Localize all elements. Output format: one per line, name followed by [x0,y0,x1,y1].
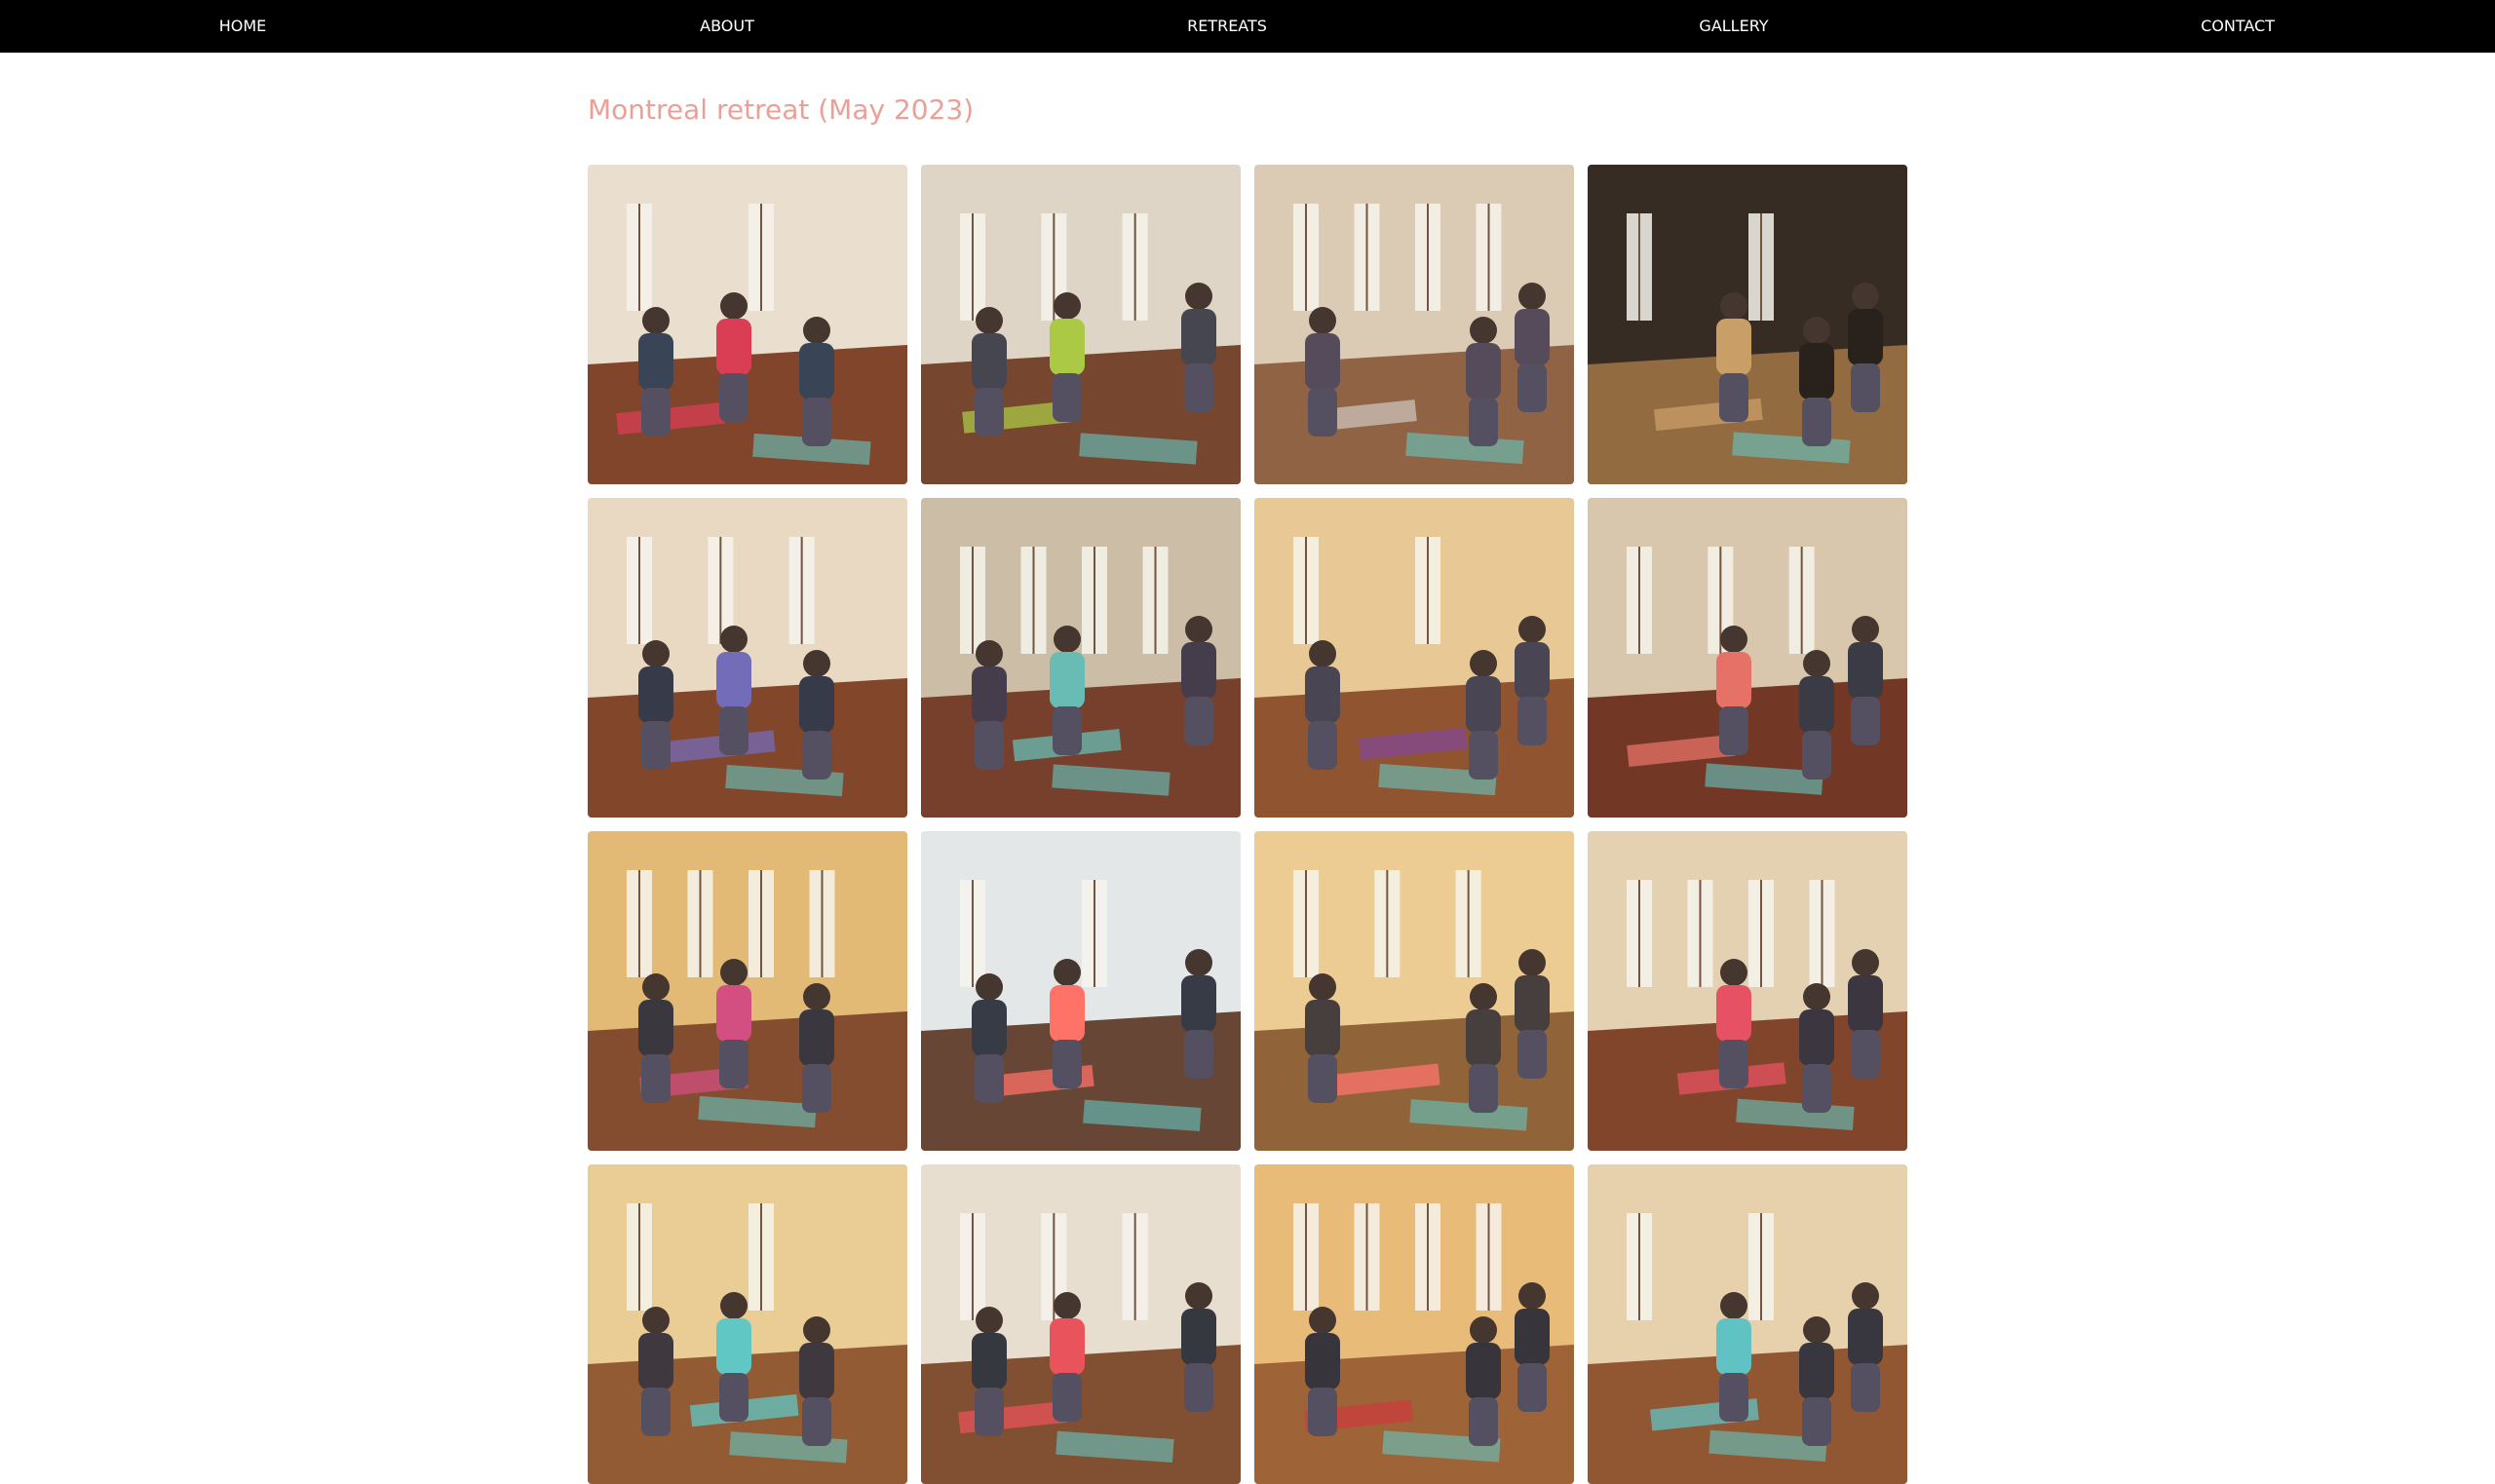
gallery-photo-image [588,831,907,1151]
gallery-photo[interactable] [1588,1164,1907,1484]
gallery-photo[interactable] [1588,831,1907,1151]
gallery-photo-image [588,498,907,818]
gallery-photo[interactable] [588,165,907,484]
photo-gallery [588,165,1908,1484]
gallery-photo-image [921,498,1241,818]
gallery-photo[interactable] [921,498,1241,818]
gallery-photo-image [1588,1164,1907,1484]
gallery-photo-image [588,165,907,484]
gallery-photo-image [1254,165,1574,484]
top-navigation: HOME ABOUT RETREATS GALLERY CONTACT [0,0,2495,53]
gallery-photo[interactable] [1254,1164,1574,1484]
gallery-photo[interactable] [588,498,907,818]
nav-contact-link[interactable]: CONTACT [2201,0,2275,53]
gallery-photo[interactable] [1588,165,1907,484]
gallery-photo-image [588,1164,907,1484]
gallery-photo-image [1588,831,1907,1151]
gallery-photo-image [1254,831,1574,1151]
gallery-photo[interactable] [1588,498,1907,818]
page-title: Montreal retreat (May 2023) [588,94,975,126]
gallery-photo[interactable] [588,831,907,1151]
gallery-photo[interactable] [1254,831,1574,1151]
gallery-photo-image [1588,165,1907,484]
nav-gallery-link[interactable]: GALLERY [1699,0,1768,53]
gallery-photo-image [1254,1164,1574,1484]
gallery-photo-image [921,831,1241,1151]
gallery-photo-image [1588,498,1907,818]
gallery-photo-image [921,1164,1241,1484]
nav-home-link[interactable]: HOME [219,0,267,53]
gallery-photo-image [921,165,1241,484]
gallery-photo[interactable] [921,165,1241,484]
gallery-photo-image [1254,498,1574,818]
gallery-photo[interactable] [1254,498,1574,818]
gallery-photo[interactable] [1254,165,1574,484]
gallery-photo[interactable] [921,831,1241,1151]
nav-about-link[interactable]: ABOUT [700,0,754,53]
gallery-photo[interactable] [588,1164,907,1484]
nav-retreats-link[interactable]: RETREATS [1187,0,1267,53]
gallery-photo[interactable] [921,1164,1241,1484]
